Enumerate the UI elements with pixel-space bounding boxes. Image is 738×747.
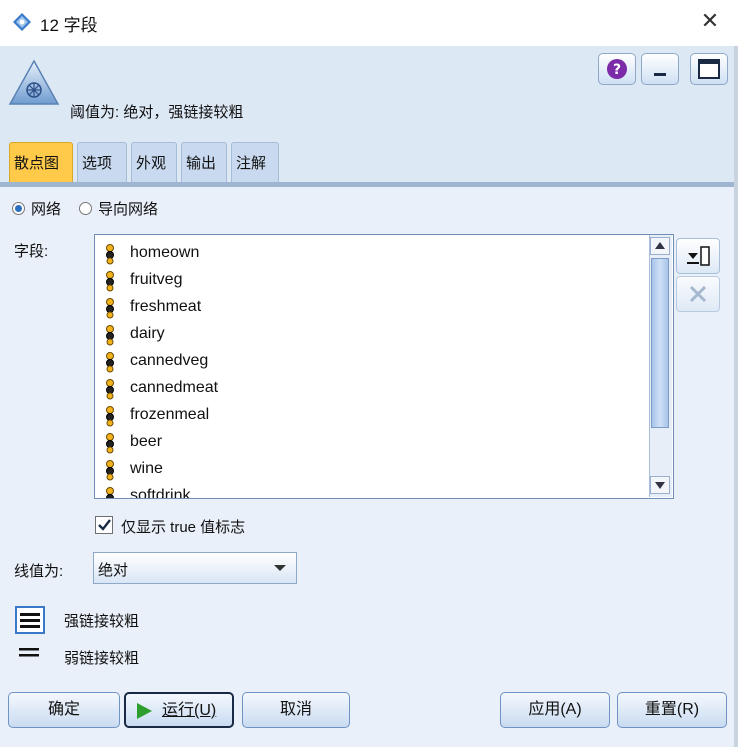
checkmark-icon bbox=[98, 519, 111, 531]
minimize-button[interactable] bbox=[641, 53, 679, 85]
chevron-down-icon bbox=[274, 565, 286, 571]
flag-field-icon bbox=[104, 432, 118, 454]
thick-lines-icon bbox=[15, 606, 45, 634]
run-button[interactable]: 运行(U) bbox=[124, 692, 234, 728]
flag-field-icon bbox=[104, 378, 118, 400]
threshold-summary: 阈值为: 绝对，强链接较粗 bbox=[70, 104, 244, 121]
maximize-button[interactable] bbox=[690, 53, 728, 85]
flag-field-icon bbox=[104, 243, 118, 265]
triangle-down-icon bbox=[655, 482, 665, 489]
line-value-select[interactable]: 绝对 bbox=[93, 552, 297, 584]
field-picker-icon bbox=[687, 246, 710, 266]
radio-directed-network[interactable] bbox=[79, 202, 92, 215]
ok-button[interactable]: 确定 bbox=[8, 692, 120, 728]
close-icon[interactable]: ✕ bbox=[696, 8, 724, 36]
delete-x-icon bbox=[689, 285, 707, 303]
window-title: 12 字段 bbox=[40, 16, 98, 35]
minimize-icon bbox=[654, 73, 666, 76]
legend-strong-label: 强链接较粗 bbox=[64, 613, 140, 630]
show-true-only-label: 仅显示 true 值标志 bbox=[121, 519, 246, 536]
help-icon: ? bbox=[607, 59, 627, 79]
app-diamond-icon bbox=[12, 12, 32, 32]
help-button[interactable]: ? bbox=[598, 53, 636, 85]
flag-field-icon bbox=[104, 405, 118, 427]
line-value-selected: 绝对 bbox=[98, 562, 129, 579]
flag-field-icon bbox=[104, 459, 118, 481]
field-list[interactable]: homeown fruitveg freshmeat dairy cannedv… bbox=[94, 234, 674, 499]
svg-text:?: ? bbox=[613, 62, 621, 78]
flag-field-icon bbox=[104, 270, 118, 292]
flag-field-icon bbox=[104, 297, 118, 319]
maximize-icon bbox=[698, 59, 720, 79]
flag-field-icon bbox=[104, 324, 118, 346]
scroll-down-button[interactable] bbox=[650, 476, 670, 494]
tab-appearance[interactable]: 外观 bbox=[131, 142, 177, 182]
tab-options[interactable]: 选项 bbox=[77, 142, 127, 182]
run-button-label: 运行(U) bbox=[162, 702, 217, 719]
tab-output[interactable]: 输出 bbox=[181, 142, 227, 182]
line-value-label: 线值为: bbox=[14, 563, 64, 580]
title-bar bbox=[0, 0, 738, 46]
remove-field-button[interactable] bbox=[676, 276, 720, 312]
fields-label: 字段: bbox=[14, 243, 49, 260]
window-edge bbox=[734, 46, 738, 747]
reset-button[interactable]: 重置(R) bbox=[617, 692, 727, 728]
radio-network[interactable] bbox=[12, 202, 25, 215]
triangle-up-icon bbox=[655, 242, 665, 249]
flag-field-icon bbox=[104, 486, 118, 498]
radio-directed-network-label: 导向网络 bbox=[98, 201, 159, 218]
apply-button[interactable]: 应用(A) bbox=[500, 692, 610, 728]
field-picker-button[interactable] bbox=[676, 238, 720, 274]
cancel-button[interactable]: 取消 bbox=[242, 692, 350, 728]
thin-lines-icon bbox=[17, 644, 43, 664]
play-icon bbox=[137, 703, 152, 719]
radio-network-label: 网络 bbox=[31, 201, 62, 218]
scroll-thumb[interactable] bbox=[651, 258, 669, 428]
scroll-up-button[interactable] bbox=[650, 237, 670, 255]
show-true-only-checkbox[interactable] bbox=[95, 516, 113, 534]
flag-field-icon bbox=[104, 351, 118, 373]
web-node-icon bbox=[8, 58, 60, 110]
legend-weak-label: 弱链接较粗 bbox=[64, 650, 140, 667]
tab-scatter[interactable]: 散点图 bbox=[9, 142, 73, 182]
tab-annotation[interactable]: 注解 bbox=[231, 142, 279, 182]
